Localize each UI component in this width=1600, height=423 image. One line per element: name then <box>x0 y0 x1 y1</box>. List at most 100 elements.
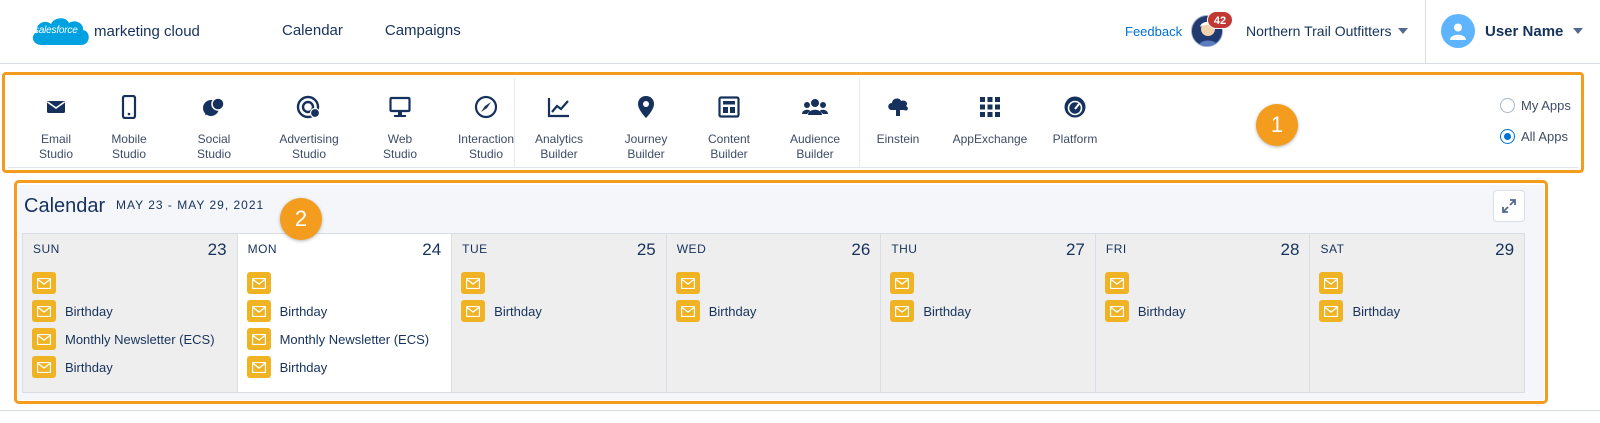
callout-1: 1 <box>1256 104 1298 146</box>
bottom-border <box>0 410 1600 411</box>
event-list: Birthday <box>890 272 971 328</box>
chevron-down-icon <box>1397 28 1408 34</box>
day-name: SAT <box>1320 242 1345 256</box>
calendar-day-mon[interactable]: MON 24 Birthday Monthly Newsletter (ECS) Bir… <box>237 234 453 392</box>
app-label: Advertising Studio <box>279 132 339 161</box>
radio-label: All Apps <box>1521 129 1568 144</box>
email-send-icon <box>246 272 271 294</box>
expand-icon <box>1502 199 1516 213</box>
app-audience-builder[interactable]: Audience Builder <box>767 94 863 162</box>
email-send-icon <box>246 328 271 350</box>
callout-2: 2 <box>280 198 322 240</box>
app-web-studio[interactable]: Web Studio <box>352 94 448 162</box>
calendar-event[interactable]: Birthday <box>246 356 430 378</box>
calendar-day-thu[interactable]: THU 27 Birthday <box>881 234 1096 392</box>
calendar-event[interactable] <box>1104 272 1186 294</box>
user-name: User Name <box>1485 22 1564 40</box>
day-number: 24 <box>422 240 442 259</box>
logo-badge-text: salesforce <box>34 25 78 36</box>
app-switcher-bar: Email Studio Mobile Studio Social Studio… <box>8 78 1578 168</box>
calendar-day-tue[interactable]: TUE 25 Birthday <box>452 234 667 392</box>
calendar-event[interactable] <box>32 272 215 294</box>
calendar-event[interactable]: Birthday <box>890 300 971 322</box>
app-einstein[interactable]: Einstein <box>850 94 946 147</box>
email-send-icon <box>890 272 915 294</box>
radio-circle-selected <box>1500 129 1515 144</box>
event-title: Birthday <box>65 303 113 319</box>
nav-campaigns[interactable]: Campaigns <box>385 22 461 39</box>
notifications-button[interactable]: 42 <box>1191 11 1233 49</box>
app-content-builder[interactable]: Content Builder <box>681 94 777 162</box>
day-number: 28 <box>1280 240 1300 259</box>
logo-product-name: marketing cloud <box>94 22 200 40</box>
calendar-event[interactable]: Birthday <box>246 300 430 322</box>
app-label: AppExchange <box>952 132 1028 146</box>
app-appexchange[interactable]: AppExchange <box>942 94 1038 147</box>
email-send-icon <box>246 356 271 378</box>
calendar-event[interactable]: Birthday <box>675 300 757 322</box>
email-send-icon <box>32 300 56 322</box>
event-title: Birthday <box>65 359 113 375</box>
journey-icon <box>598 94 694 120</box>
calendar-event[interactable]: Monthly Newsletter (ECS) <box>246 328 429 350</box>
expand-button[interactable] <box>1493 190 1525 222</box>
email-send-icon <box>246 300 271 322</box>
calendar-event[interactable] <box>246 272 430 294</box>
email-send-icon <box>32 356 56 378</box>
event-list: Birthday <box>1319 272 1400 328</box>
day-number: 27 <box>1065 240 1085 259</box>
app-mobile-studio[interactable]: Mobile Studio <box>81 94 177 162</box>
platform-icon <box>1027 94 1123 120</box>
einstein-icon <box>850 94 946 120</box>
calendar-day-fri[interactable]: FRI 28 Birthday <box>1095 234 1311 392</box>
app-journey-builder[interactable]: Journey Builder <box>598 94 694 162</box>
day-name: MON <box>247 242 278 256</box>
calendar-event[interactable] <box>890 272 971 294</box>
calendar-event[interactable]: Birthday <box>32 300 215 322</box>
app-platform[interactable]: Platform <box>1027 94 1123 147</box>
org-name: Northern Trail Outfitters <box>1246 23 1392 39</box>
calendar-event[interactable] <box>675 272 757 294</box>
calendar-day-sat[interactable]: SAT 29 Birthday <box>1310 234 1525 392</box>
app-label: Journey Builder <box>624 132 668 161</box>
calendar-event[interactable] <box>461 272 542 294</box>
radio-label: My Apps <box>1521 98 1571 113</box>
event-title: Birthday <box>279 359 328 375</box>
user-menu[interactable]: User Name <box>1441 14 1584 48</box>
email-send-icon <box>1319 272 1344 294</box>
day-name: TUE <box>462 242 488 256</box>
day-name: THU <box>891 242 918 256</box>
web-icon <box>352 94 448 120</box>
salesforce-cloud-icon: salesforce <box>28 13 92 49</box>
calendar-event[interactable]: Birthday <box>1319 300 1400 322</box>
calendar-day-wed[interactable]: WED 26 Birthday <box>666 234 882 392</box>
nav-calendar[interactable]: Calendar <box>282 22 343 39</box>
org-switcher[interactable]: Northern Trail Outfitters <box>1246 23 1408 39</box>
app-analytics-builder[interactable]: Analytics Builder <box>511 94 607 162</box>
calendar-event[interactable]: Birthday <box>461 300 542 322</box>
calendar-event[interactable] <box>1319 272 1400 294</box>
event-list: Birthday <box>1104 272 1186 328</box>
calendar-event[interactable]: Monthly Newsletter (ECS) <box>32 328 215 350</box>
radio-my-apps[interactable]: My Apps <box>1500 98 1571 113</box>
event-title: Birthday <box>708 303 757 319</box>
header-divider <box>1425 0 1426 64</box>
calendar-day-sun[interactable]: SUN 23 Birthday Monthly Newsletter (ECS) Bir… <box>23 234 238 392</box>
app-social-studio[interactable]: Social Studio <box>166 94 262 162</box>
radio-all-apps[interactable]: All Apps <box>1500 129 1571 144</box>
social-icon <box>166 94 262 120</box>
calendar-date-range: MAY 23 - MAY 29, 2021 <box>116 198 265 212</box>
calendar-event[interactable]: Birthday <box>32 356 215 378</box>
chevron-down-icon <box>1573 28 1584 34</box>
calendar-event[interactable]: Birthday <box>1104 300 1186 322</box>
email-send-icon <box>1319 300 1344 322</box>
app-advertising-studio[interactable]: Advertising Studio <box>261 94 357 162</box>
feedback-link[interactable]: Feedback <box>1125 24 1182 39</box>
event-title: Birthday <box>923 303 972 319</box>
app-label: Content Builder <box>707 132 751 161</box>
email-send-icon <box>675 272 700 294</box>
email-send-icon <box>1104 272 1129 294</box>
logo[interactable]: salesforce marketing cloud <box>28 13 200 49</box>
app-filter: My Apps All Apps <box>1500 98 1571 160</box>
appexchange-icon <box>942 94 1038 120</box>
